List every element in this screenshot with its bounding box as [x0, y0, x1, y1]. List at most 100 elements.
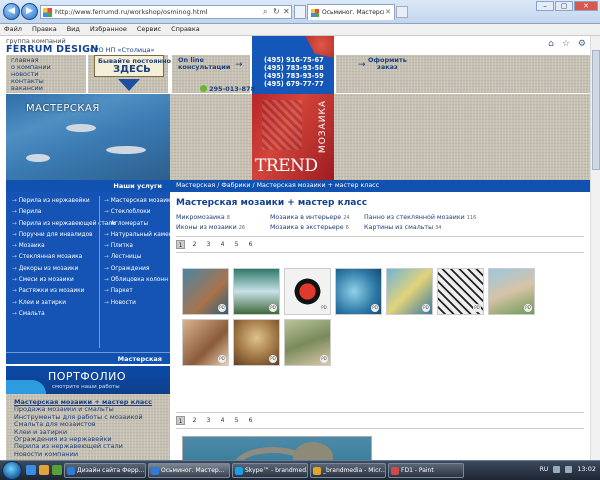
menu-tools[interactable]: Сервис [137, 24, 161, 35]
menu-view[interactable]: Вид [67, 24, 80, 35]
ie-icon[interactable] [26, 465, 36, 475]
close-window-button[interactable]: ✕ [574, 1, 598, 11]
service-item[interactable]: Смеси из мозаики [12, 275, 116, 286]
page-4[interactable]: 4 [218, 240, 227, 249]
gallery-thumbnail[interactable]: PD [488, 268, 535, 315]
page-4[interactable]: 4 [218, 416, 227, 425]
service-item[interactable]: Паркет [104, 286, 176, 297]
page-2[interactable]: 2 [190, 240, 199, 249]
pagination-bottom: 1 2 3 4 5 6 [176, 416, 255, 425]
menu-edit[interactable]: Правка [32, 24, 57, 35]
gallery-thumbnail[interactable]: PD [335, 268, 382, 315]
subcategory-link[interactable]: Иконы из мозаики 26 [176, 224, 245, 231]
refresh-icon[interactable]: ↻ [273, 7, 280, 16]
trend-banner[interactable]: TREND МОЗАИКА [252, 94, 334, 180]
taskbar-item[interactable]: Дизайн сайта Ферр... [64, 463, 146, 478]
maximize-button[interactable]: ▢ [555, 1, 573, 11]
category-link[interactable]: Новости компании [14, 450, 162, 458]
folder-icon[interactable] [39, 465, 49, 475]
new-tab-button[interactable] [396, 6, 408, 18]
nav-vacancies[interactable]: вакансии [11, 85, 81, 92]
home-icon[interactable]: ⌂ [548, 39, 554, 49]
page-1[interactable]: 1 [176, 240, 185, 249]
service-item[interactable]: Клеи и затирки [12, 298, 116, 309]
gallery-thumbnail[interactable]: PD [437, 268, 484, 315]
clock[interactable]: 13:02 [577, 465, 596, 473]
phone-2: (495) 783-93-58 [264, 64, 324, 72]
subcategory-link[interactable]: Панно из стеклянной мозаики 116 [364, 214, 476, 221]
workshop-banner[interactable]: МАСТЕРСКАЯ [6, 94, 170, 180]
search-icon[interactable]: ⌕ [263, 7, 267, 17]
minimize-button[interactable]: – [536, 1, 554, 11]
service-item[interactable]: Поручни для инвалидов [12, 230, 116, 241]
service-item[interactable]: Перила из нержавейки [12, 196, 116, 207]
service-item[interactable]: Плитка [104, 241, 176, 252]
service-item[interactable]: Новости [104, 298, 176, 309]
back-button[interactable]: ◀ [3, 3, 20, 20]
gallery-thumbnail[interactable]: PD [284, 268, 331, 315]
language-indicator[interactable]: RU [540, 466, 549, 473]
volume-icon[interactable] [565, 465, 573, 473]
page-5[interactable]: 5 [232, 416, 241, 425]
network-icon[interactable] [553, 465, 561, 473]
gallery-thumbnail[interactable]: PD [182, 319, 229, 366]
gallery-thumbnail[interactable]: PD [386, 268, 433, 315]
featured-image[interactable] [182, 436, 372, 460]
close-tab-icon[interactable]: ✕ [385, 8, 391, 16]
menu-favorites[interactable]: Избранное [90, 24, 127, 35]
page-2[interactable]: 2 [190, 416, 199, 425]
gallery-thumbnail[interactable]: PD [233, 268, 280, 315]
service-item[interactable]: Натуральный камень [104, 230, 176, 241]
skype-contact[interactable]: 295-013-878 [200, 85, 255, 93]
service-item[interactable]: Лестницы [104, 252, 176, 263]
media-icon[interactable] [52, 465, 62, 475]
service-item[interactable]: Агломераты [104, 219, 176, 230]
active-tab[interactable]: Осьминог. Мастерская м... ✕ [307, 4, 395, 20]
divider [99, 196, 100, 348]
star-icon[interactable]: ☆ [562, 39, 570, 49]
page-3[interactable]: 3 [204, 416, 213, 425]
gear-icon[interactable]: ⚙ [578, 39, 586, 49]
pd-badge: PD [218, 304, 226, 312]
brand-logo[interactable]: FERRUM DESIGN [6, 44, 99, 55]
service-item[interactable]: Мозаика [12, 241, 116, 252]
service-item[interactable]: Перила из нержавеющей стали [12, 219, 116, 230]
service-item[interactable]: Декоры из мозаики [12, 264, 116, 275]
portfolio-banner[interactable]: ПОРТФОЛИО смотрите наши работы [6, 366, 170, 394]
page-6[interactable]: 6 [246, 240, 255, 249]
start-button[interactable] [2, 461, 22, 480]
subcategory-link[interactable]: Мозаика в интерьере 24 [270, 214, 350, 221]
service-item[interactable]: Ограждения [104, 264, 176, 275]
subcategory-link[interactable]: Картины из смальты 34 [364, 224, 441, 231]
taskbar-item[interactable]: _brandmedia - Micr... [310, 463, 386, 478]
gallery-thumbnail[interactable]: PD [182, 268, 229, 315]
stop-icon[interactable]: ✕ [283, 7, 290, 16]
address-bar[interactable]: http://www.ferrumd.ru/workshop/osminog.h… [40, 5, 292, 19]
service-item[interactable]: Мастерская мозаики [104, 196, 176, 207]
breadcrumb-text[interactable]: Мастерская / Фабрики / Мастерская мозаик… [176, 182, 379, 189]
menu-file[interactable]: Файл [4, 24, 22, 35]
taskbar-item-active[interactable]: Осьминог. Мастер... [148, 463, 230, 478]
subcategory-link[interactable]: Микромозаика 8 [176, 214, 230, 221]
service-item[interactable]: Стеклянная мозаика [12, 252, 116, 263]
taskbar-item[interactable]: FD1 - Paint [388, 463, 464, 478]
page-1[interactable]: 1 [176, 416, 185, 425]
page-5[interactable]: 5 [232, 240, 241, 249]
page-scrollbar[interactable] [590, 36, 600, 460]
inactive-tab[interactable] [294, 5, 306, 19]
scrollbar-thumb[interactable] [592, 50, 600, 170]
taskbar-item[interactable]: Skype™ - brandmed... [232, 463, 308, 478]
service-item[interactable]: Стеклоблоки [104, 207, 176, 218]
page-6[interactable]: 6 [246, 416, 255, 425]
service-item[interactable]: Перила [12, 207, 116, 218]
service-item[interactable]: Смальта [12, 309, 116, 320]
service-item[interactable]: Облицовка колонн [104, 275, 176, 286]
forward-button[interactable]: ▶ [21, 3, 38, 20]
gallery-thumbnail[interactable]: PD [233, 319, 280, 366]
menu-help[interactable]: Справка [171, 24, 200, 35]
page-3[interactable]: 3 [204, 240, 213, 249]
subcategory-link[interactable]: Мозаика в экстерьере 6 [270, 224, 349, 231]
gallery-thumbnail[interactable]: PD [284, 319, 331, 366]
order-link[interactable]: → Оформить заказ [336, 55, 420, 93]
service-item[interactable]: Растяжки из мозаики [12, 286, 116, 297]
